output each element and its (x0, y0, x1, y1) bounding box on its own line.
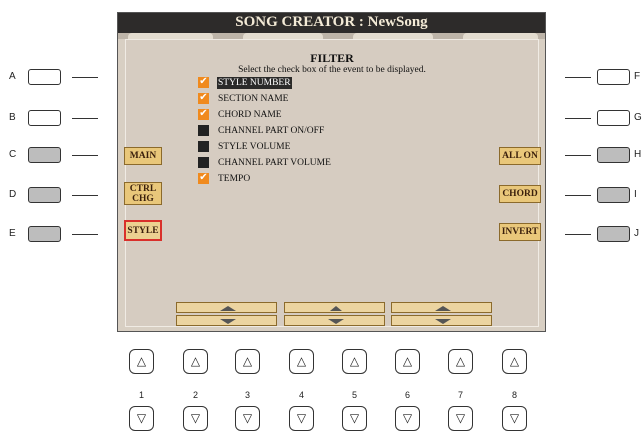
checkbox-unchecked-icon[interactable] (198, 125, 209, 136)
side-button-f[interactable] (597, 69, 630, 85)
side-label-i: I (634, 189, 637, 200)
hw-number-4: 4 (298, 390, 304, 400)
scroll-up-button[interactable] (176, 302, 277, 313)
side-button-a[interactable] (28, 69, 61, 85)
mark-up-button[interactable] (391, 302, 492, 313)
hw-down-button-3[interactable]: ▽ (235, 406, 260, 431)
hw-up-button-1[interactable]: △ (129, 349, 154, 374)
hw-down-button-4[interactable]: ▽ (289, 406, 314, 431)
checkbox-unchecked-icon[interactable] (198, 141, 209, 152)
checkbox-unchecked-icon[interactable] (198, 157, 209, 168)
side-line-c (72, 155, 98, 156)
filter-label: CHANNEL PART VOLUME (218, 158, 331, 168)
main-button[interactable]: MAIN (124, 147, 162, 165)
style-button[interactable]: STYLE (124, 220, 162, 241)
hw-number-8: 8 (511, 390, 517, 400)
side-label-j: J (634, 228, 639, 239)
checkbox-checked-icon[interactable] (198, 172, 209, 184)
filter-panel: FILTER Select the check box of the event… (124, 39, 541, 329)
side-line-b (72, 118, 98, 119)
side-label-b: B (9, 112, 16, 123)
side-button-d[interactable] (28, 187, 61, 203)
invert-button[interactable]: INVERT (499, 223, 541, 241)
hw-number-6: 6 (404, 390, 410, 400)
side-line-g (565, 118, 591, 119)
window-title: SONG CREATOR : NewSong (118, 13, 545, 33)
side-button-e[interactable] (28, 226, 61, 242)
side-line-e (72, 234, 98, 235)
hw-down-button-2[interactable]: ▽ (183, 406, 208, 431)
dialog-instruction: Select the check box of the event to be … (238, 65, 426, 75)
arrow-down-icon (435, 319, 451, 324)
hw-up-button-5[interactable]: △ (342, 349, 367, 374)
hw-number-1: 1 (138, 390, 144, 400)
side-line-h (565, 155, 591, 156)
hw-number-5: 5 (351, 390, 357, 400)
side-button-i[interactable] (597, 187, 630, 203)
hw-down-button-7[interactable]: ▽ (448, 406, 473, 431)
filter-label: TEMPO (218, 174, 251, 184)
checkbox-checked-icon[interactable] (198, 76, 209, 88)
ctrl-chg-button[interactable]: CTRL CHG (124, 182, 162, 205)
lcd-screen: SONG CREATOR : NewSong FILTER Select the… (117, 12, 546, 332)
arrow-down-icon (328, 319, 344, 324)
hw-up-button-4[interactable]: △ (289, 349, 314, 374)
dialog-title: FILTER (310, 51, 354, 65)
side-button-h[interactable] (597, 147, 630, 163)
side-label-d: D (9, 189, 17, 200)
hw-up-button-7[interactable]: △ (448, 349, 473, 374)
side-line-j (565, 234, 591, 235)
checkbox-checked-icon[interactable] (198, 108, 209, 120)
arrow-up-icon (330, 306, 342, 311)
arrow-pair-3 (391, 302, 492, 327)
side-line-i (565, 195, 591, 196)
hw-down-button-6[interactable]: ▽ (395, 406, 420, 431)
filter-label: SECTION NAME (218, 94, 289, 104)
side-label-e: E (9, 228, 16, 239)
side-line-d (72, 195, 98, 196)
hw-number-3: 3 (244, 390, 250, 400)
scroll-up-button[interactable] (284, 302, 385, 313)
side-line-a (72, 77, 98, 78)
chord-button[interactable]: CHORD (499, 185, 541, 203)
side-label-h: H (634, 149, 642, 160)
filter-label: CHORD NAME (218, 110, 282, 120)
mark-down-button[interactable] (391, 315, 492, 326)
ctrl-chg-label: CTRL CHG (129, 183, 157, 204)
hw-up-button-2[interactable]: △ (183, 349, 208, 374)
hw-number-2: 2 (192, 390, 198, 400)
side-button-j[interactable] (597, 226, 630, 242)
checkbox-checked-icon[interactable] (198, 92, 209, 104)
hw-up-button-6[interactable]: △ (395, 349, 420, 374)
scroll-down-button[interactable] (284, 315, 385, 326)
arrow-pair-2 (284, 302, 385, 327)
hw-down-button-1[interactable]: ▽ (129, 406, 154, 431)
side-line-f (565, 77, 591, 78)
arrow-down-icon (220, 319, 236, 324)
side-label-a: A (9, 71, 16, 82)
side-label-f: F (634, 71, 641, 82)
hw-up-button-3[interactable]: △ (235, 349, 260, 374)
arrow-up-icon (435, 306, 451, 311)
hw-number-7: 7 (457, 390, 463, 400)
side-button-c[interactable] (28, 147, 61, 163)
side-label-c: C (9, 149, 17, 160)
arrow-up-icon (220, 306, 236, 311)
arrow-pair-1 (176, 302, 277, 327)
hw-down-button-8[interactable]: ▽ (502, 406, 527, 431)
filter-label: STYLE VOLUME (218, 142, 291, 152)
side-button-b[interactable] (28, 110, 61, 126)
filter-label: STYLE NUMBER (217, 77, 292, 89)
scroll-down-button[interactable] (176, 315, 277, 326)
hw-down-button-5[interactable]: ▽ (342, 406, 367, 431)
side-button-g[interactable] (597, 110, 630, 126)
all-on-button[interactable]: ALL ON (499, 147, 541, 165)
hw-up-button-8[interactable]: △ (502, 349, 527, 374)
filter-label: CHANNEL PART ON/OFF (218, 126, 325, 136)
side-label-g: G (634, 112, 642, 123)
